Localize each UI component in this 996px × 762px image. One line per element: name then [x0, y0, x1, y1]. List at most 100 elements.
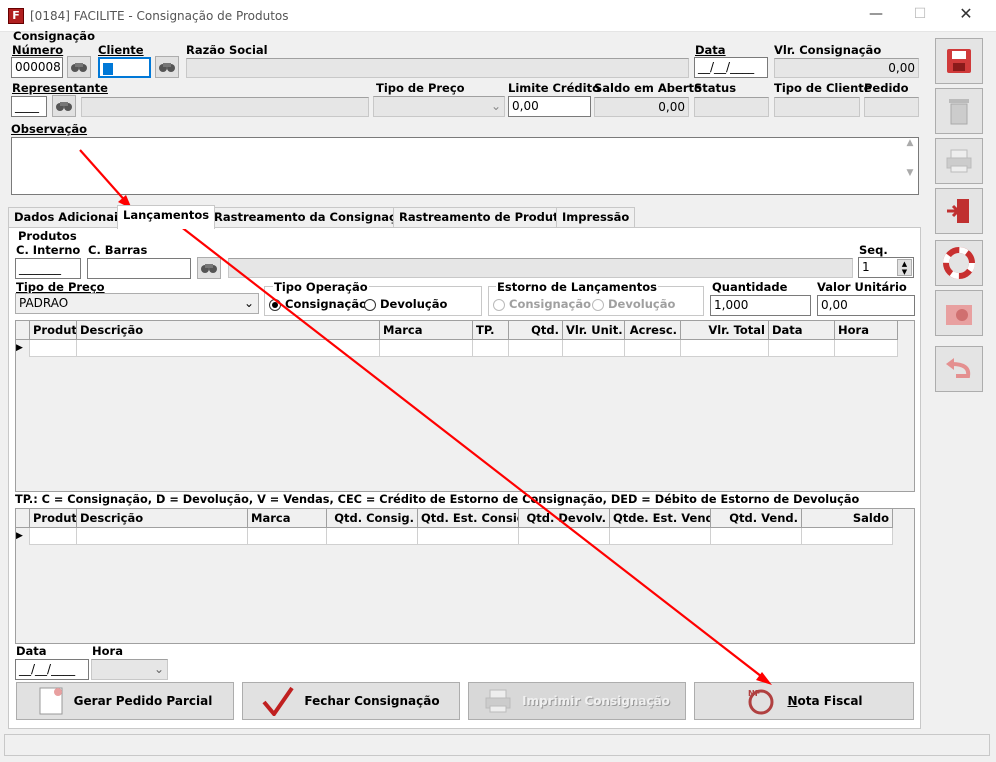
col-acresc[interactable]: Acresc.: [625, 321, 681, 339]
valor-unitario-label: Valor Unitário: [817, 280, 907, 294]
tab-dados-adicionais[interactable]: Dados Adicionais: [8, 207, 131, 227]
col2-marca[interactable]: Marca: [248, 509, 327, 527]
radio-op-devolucao[interactable]: Devolução: [364, 297, 447, 311]
save-icon: [947, 49, 971, 73]
radio-estorno-devolucao[interactable]: Devolução: [592, 297, 675, 311]
tab-impressao[interactable]: Impressão: [556, 207, 636, 227]
col-produto[interactable]: Produto: [30, 321, 77, 339]
tipo-cliente-label: Tipo de Cliente: [774, 81, 872, 95]
col2-qtd-devolv[interactable]: Qtd. Devolv.: [519, 509, 610, 527]
tipo-operacao-label: Tipo Operação: [273, 280, 369, 294]
tipo-preco-header-label: Tipo de Preço: [376, 81, 465, 95]
col-vlr-total[interactable]: Vlr. Total: [681, 321, 769, 339]
footer-hora-label: Hora: [92, 644, 123, 658]
saldo-aberto-label: Saldo em Aberto: [594, 81, 702, 95]
col2-produto[interactable]: Produto: [30, 509, 77, 527]
data-input[interactable]: __/__/____: [694, 57, 768, 78]
col-tp[interactable]: TP.: [473, 321, 509, 339]
printer-icon: [946, 149, 972, 173]
cliente-search-binoculars-icon[interactable]: [155, 56, 179, 78]
minimize-button[interactable]: —: [866, 6, 886, 26]
settings-folder-icon: [946, 305, 972, 325]
col-hora[interactable]: Hora: [835, 321, 898, 339]
observacao-scrollbar[interactable]: ▲ ▼: [902, 138, 918, 194]
table-row[interactable]: ▶: [16, 528, 893, 545]
table-row[interactable]: ▶: [16, 340, 898, 357]
maximize-button[interactable]: ☐: [910, 6, 930, 26]
col-qtd[interactable]: Qtd.: [509, 321, 563, 339]
col-marca[interactable]: Marca: [380, 321, 473, 339]
tipo-preco-select[interactable]: PADRAO ⌄: [15, 293, 259, 314]
footer-hora-select[interactable]: ⌄: [91, 659, 168, 680]
print-button[interactable]: [935, 138, 983, 184]
row-indicator-icon: ▶: [16, 340, 30, 357]
col2-descricao[interactable]: Descrição: [77, 509, 248, 527]
valor-unitario-input[interactable]: 0,00: [817, 295, 915, 316]
saldo-aberto-field: 0,00: [594, 97, 689, 117]
imprimir-consignacao-button[interactable]: Imprimir Consignação: [468, 682, 686, 720]
undo-icon: [946, 358, 971, 378]
pedido-field: [864, 97, 919, 117]
saldo-grid-header: Produto Descrição Marca Qtd. Consig. Qtd…: [16, 509, 893, 528]
close-button[interactable]: ✕: [956, 4, 976, 24]
chevron-down-icon: ⌄: [243, 296, 254, 310]
produto-search-binoculars-icon[interactable]: [197, 257, 221, 279]
svg-text:NF: NF: [748, 689, 760, 698]
seq-spinner[interactable]: ▲ ▼: [897, 259, 912, 276]
undo-button[interactable]: [935, 346, 983, 392]
col-vlr-unit[interactable]: Vlr. Unit.: [563, 321, 625, 339]
lancamentos-grid-header: Produto Descrição Marca TP. Qtd. Vlr. Un…: [16, 321, 898, 340]
representante-search-binoculars-icon[interactable]: [52, 95, 76, 117]
window-title: [0184] FACILITE - Consignação de Produto…: [30, 9, 289, 23]
document-icon: [39, 687, 63, 715]
tab-rastreamento-consignacao[interactable]: Rastreamento da Consignação: [208, 207, 418, 227]
lancamentos-grid[interactable]: Produto Descrição Marca TP. Qtd. Vlr. Un…: [15, 320, 915, 492]
col2-qtde-est-venda[interactable]: Qtde. Est. Venda: [610, 509, 711, 527]
save-button[interactable]: [935, 38, 983, 84]
col-descricao[interactable]: Descrição: [77, 321, 380, 339]
nota-fiscal-icon: NF: [748, 689, 774, 715]
saldo-grid[interactable]: Produto Descrição Marca Qtd. Consig. Qtd…: [15, 508, 915, 644]
row-indicator-icon: ▶: [16, 528, 30, 545]
title-bar: F [0184] FACILITE - Consignação de Produ…: [0, 0, 996, 32]
produto-descricao-field: [228, 258, 853, 278]
c-interno-input[interactable]: _______: [15, 258, 81, 279]
radio-estorno-consignacao[interactable]: Consignação: [493, 297, 591, 311]
trash-icon: [949, 99, 969, 125]
exit-button[interactable]: [935, 188, 983, 234]
nota-fiscal-button[interactable]: NF Nota Fiscal: [694, 682, 914, 720]
footer-data-input[interactable]: __/__/____: [15, 659, 89, 680]
c-barras-label: C. Barras: [88, 243, 148, 257]
col-data[interactable]: Data: [769, 321, 835, 339]
numero-search-binoculars-icon[interactable]: [67, 56, 91, 78]
settings-button[interactable]: [935, 290, 983, 336]
col2-qtd-vend[interactable]: Qtd. Vend.: [711, 509, 802, 527]
printer-icon: [485, 689, 511, 713]
numero-input[interactable]: 000008: [11, 57, 63, 78]
delete-button[interactable]: [935, 88, 983, 134]
tipo-preco-header-select[interactable]: ⌄: [373, 96, 505, 117]
col2-qtd-est-consig[interactable]: Qtd. Est. Consig.: [418, 509, 519, 527]
c-interno-label: C. Interno: [16, 243, 81, 257]
tab-lancamentos[interactable]: Lançamentos: [117, 205, 216, 229]
cliente-input[interactable]: [98, 57, 151, 78]
status-bar: [4, 734, 990, 756]
razao-social-field: [186, 58, 689, 78]
app-icon: F: [8, 8, 24, 24]
razao-social-label: Razão Social: [186, 43, 268, 57]
radio-op-consignacao[interactable]: Consignação: [269, 297, 367, 311]
consignacao-group-label: Consignação: [13, 29, 95, 43]
tab-rastreamento-produtos[interactable]: Rastreamento de Produtos: [393, 207, 580, 227]
observacao-textarea[interactable]: ▲ ▼: [11, 137, 919, 195]
tipo-cliente-field: [774, 97, 860, 117]
col2-saldo[interactable]: Saldo: [802, 509, 893, 527]
gerar-pedido-parcial-button[interactable]: Gerar Pedido Parcial: [16, 682, 234, 720]
quantidade-input[interactable]: 1,000: [710, 295, 811, 316]
limite-credito-input[interactable]: 0,00: [508, 96, 591, 117]
col2-qtd-consig[interactable]: Qtd. Consig.: [327, 509, 418, 527]
status-label: Status: [694, 81, 737, 95]
help-button[interactable]: [935, 240, 983, 286]
fechar-consignacao-button[interactable]: Fechar Consignação: [242, 682, 460, 720]
c-barras-input[interactable]: [87, 258, 191, 279]
representante-input[interactable]: ____: [11, 96, 47, 117]
